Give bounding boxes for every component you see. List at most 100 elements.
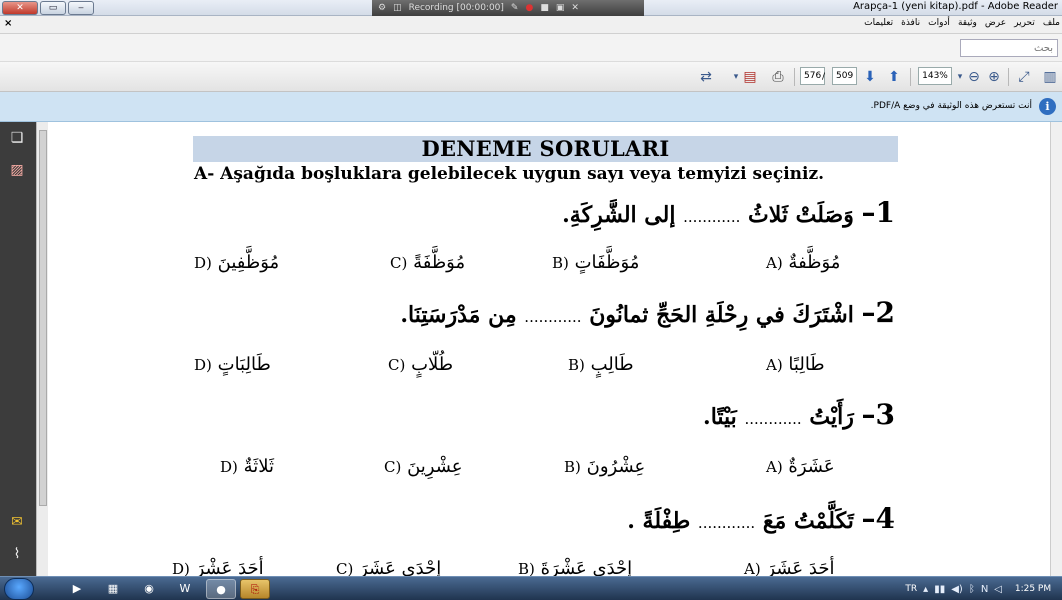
option-label: D) xyxy=(194,254,212,272)
question-text-before: اشْتَرَكَ في رِحْلَةِ الحَجِّ ثمانُونَ xyxy=(589,302,854,328)
title-bar: ✕ ▭ ‒ ⚙ ◫ Recording [00:00:00] ✎ ● ■ ▣ ✕… xyxy=(0,0,1062,16)
volume-icon[interactable]: ◀) xyxy=(951,584,963,595)
recording-toolbar: ⚙ ◫ Recording [00:00:00] ✎ ● ■ ▣ ✕ xyxy=(372,0,644,16)
chrome-icon[interactable]: ◉ xyxy=(134,579,164,599)
attachments-icon[interactable]: ▨ xyxy=(8,162,26,182)
option-label: B) xyxy=(552,254,569,272)
settings-icon[interactable]: ⚙ xyxy=(378,3,386,13)
fit-width-icon[interactable]: ▥ xyxy=(1040,67,1060,87)
question-text-after: بَيْتًا. xyxy=(703,404,737,430)
option-label: B) xyxy=(564,458,581,476)
option-label: D) xyxy=(220,458,238,476)
option-d: D) ثَلاثَةٌ xyxy=(220,456,274,477)
fit-page-icon[interactable]: ⤢ xyxy=(1014,67,1034,87)
info-icon: i xyxy=(1039,98,1056,115)
option-a: A) أحَدَ عَشَرَ xyxy=(744,558,834,576)
document-view[interactable]: DENEME SORULARI A- Aşağıda boşluklara ge… xyxy=(48,122,1062,576)
nav-scrollbar-thumb[interactable] xyxy=(39,130,47,506)
close-document-icon[interactable]: × xyxy=(4,18,12,29)
menu-window[interactable]: نافذة xyxy=(901,18,920,28)
zoom-in-icon[interactable]: ⊕ xyxy=(984,67,1004,87)
adobe-reader-icon[interactable]: ⎘ xyxy=(240,579,270,599)
nav-scrollbar[interactable] xyxy=(36,122,48,576)
explorer-icon[interactable]: ▦ xyxy=(98,579,128,599)
option-text: أحَدَ عَشَرَ xyxy=(766,558,835,576)
paperclip-icon[interactable]: ⌇ xyxy=(8,546,26,566)
print-icon[interactable]: ⎙ xyxy=(768,67,788,87)
word-icon[interactable]: W xyxy=(170,579,200,599)
option-b: B) مُوَظَّفَاتٍ xyxy=(552,252,639,273)
pen-icon[interactable]: ✎ xyxy=(511,3,519,13)
language-indicator[interactable]: TR xyxy=(905,584,917,594)
option-label: A) xyxy=(766,356,783,374)
onenote-icon[interactable]: N xyxy=(981,584,988,595)
menu-view[interactable]: عرض xyxy=(985,18,1006,28)
question-4: 4– تَكَلَّمْتُ مَعَ ............ طِفْلَة… xyxy=(627,502,895,535)
option-text: عَشَرَةٌ xyxy=(788,456,835,477)
network-icon[interactable]: ▮▮ xyxy=(934,584,945,595)
share-icon[interactable]: ⇄ xyxy=(696,67,716,87)
search-input[interactable] xyxy=(960,39,1058,57)
toolbar: ⇄ ▾ ▤ ⎙ 576 / 509 ⬇ ⬆ 143% ▾ ⊖ ⊕ ⤢ ▥ xyxy=(0,62,1062,92)
option-c: C) عِشْرِينَ xyxy=(384,456,463,477)
question-text-after: إلى الشَّرِكَةِ. xyxy=(562,202,676,228)
option-text: طَالِبًا xyxy=(788,354,825,375)
next-page-icon[interactable]: ⬇ xyxy=(860,67,880,87)
taskbar: ▶ ▦ ◉ W ● ⎘ TR ▴ ▮▮ ◀) ᛒ N ◁ 1:25 PM xyxy=(0,576,1062,600)
blank: ............ xyxy=(697,514,756,532)
create-pdf-icon[interactable]: ▤ xyxy=(740,67,760,87)
blank: ............ xyxy=(524,308,582,326)
menu-document[interactable]: وثيقة xyxy=(958,18,977,28)
option-label: B) xyxy=(568,356,585,374)
zoom-field[interactable]: 143% xyxy=(918,67,952,85)
option-text: مُوَظَّفةٌ xyxy=(788,252,841,273)
menu-help[interactable]: تعليمات xyxy=(864,18,893,28)
previous-page-icon[interactable]: ⬆ xyxy=(884,67,904,87)
window-title: Arapça-1 (yeni kitap).pdf - Adobe Reader xyxy=(853,1,1058,12)
maximize-window-button[interactable]: ▭ xyxy=(40,1,66,15)
option-label: D) xyxy=(194,356,212,374)
recording-label: Recording [00:00:00] xyxy=(408,3,504,13)
option-b: B) إحْدَى عَشْرَةَ xyxy=(518,558,632,576)
option-text: إحْدَى عَشَرَ xyxy=(359,558,442,576)
option-text: مُوَظَّفَةً xyxy=(413,252,466,273)
option-a: A) عَشَرَةٌ xyxy=(766,456,835,477)
close-icon[interactable]: ✕ xyxy=(571,3,579,13)
blank: ............ xyxy=(744,410,802,428)
menu-file[interactable]: ملف xyxy=(1043,18,1060,28)
document-scrollbar[interactable] xyxy=(1050,122,1062,576)
menu-edit[interactable]: تحرير xyxy=(1014,18,1035,28)
question-1: 1– وَصَلَتْ ثَلاثُ ............ إلى الشَ… xyxy=(562,196,895,229)
option-label: C) xyxy=(384,458,402,476)
zoom-out-icon[interactable]: ⊖ xyxy=(964,67,984,87)
menu-tools[interactable]: أدوات xyxy=(928,18,950,28)
option-label: D) xyxy=(172,560,190,576)
question-text-before: رَأَيْتُ xyxy=(809,404,854,430)
question-number: 2– xyxy=(861,296,895,329)
option-label: C) xyxy=(388,356,406,374)
minimize-window-button[interactable]: ‒ xyxy=(68,1,94,15)
tray-arrow-icon[interactable]: ▴ xyxy=(923,584,928,595)
comments-icon[interactable]: ✉ xyxy=(8,514,26,534)
media-player-icon[interactable]: ▶ xyxy=(62,579,92,599)
option-label: A) xyxy=(766,458,783,476)
option-label: C) xyxy=(390,254,408,272)
option-c: C) طُلّابٍ xyxy=(388,354,453,375)
question-number: 3– xyxy=(861,398,895,431)
start-button[interactable] xyxy=(4,578,34,600)
close-window-button[interactable]: ✕ xyxy=(2,1,38,15)
stop-icon[interactable]: ■ xyxy=(540,3,549,13)
speaker-icon[interactable]: ◁ xyxy=(994,584,1002,595)
option-d: D) طَالِبَاتٍ xyxy=(194,354,271,375)
clock[interactable]: 1:25 PM xyxy=(1008,584,1058,594)
option-text: مُوَظَّفِينَ xyxy=(217,252,280,273)
blank: ............ xyxy=(683,208,741,226)
recorder-app-icon[interactable]: ● xyxy=(206,579,236,599)
record-icon[interactable]: ● xyxy=(525,3,533,13)
bluetooth-icon[interactable]: ᛒ xyxy=(969,584,975,595)
snapshot-icon[interactable]: ▣ xyxy=(556,3,565,13)
camera-icon[interactable]: ◫ xyxy=(393,3,402,13)
pages-icon[interactable]: ❏ xyxy=(8,130,26,150)
option-a: A) طَالِبًا xyxy=(766,354,825,375)
system-tray: TR ▴ ▮▮ ◀) ᛒ N ◁ 1:25 PM xyxy=(905,577,1062,600)
